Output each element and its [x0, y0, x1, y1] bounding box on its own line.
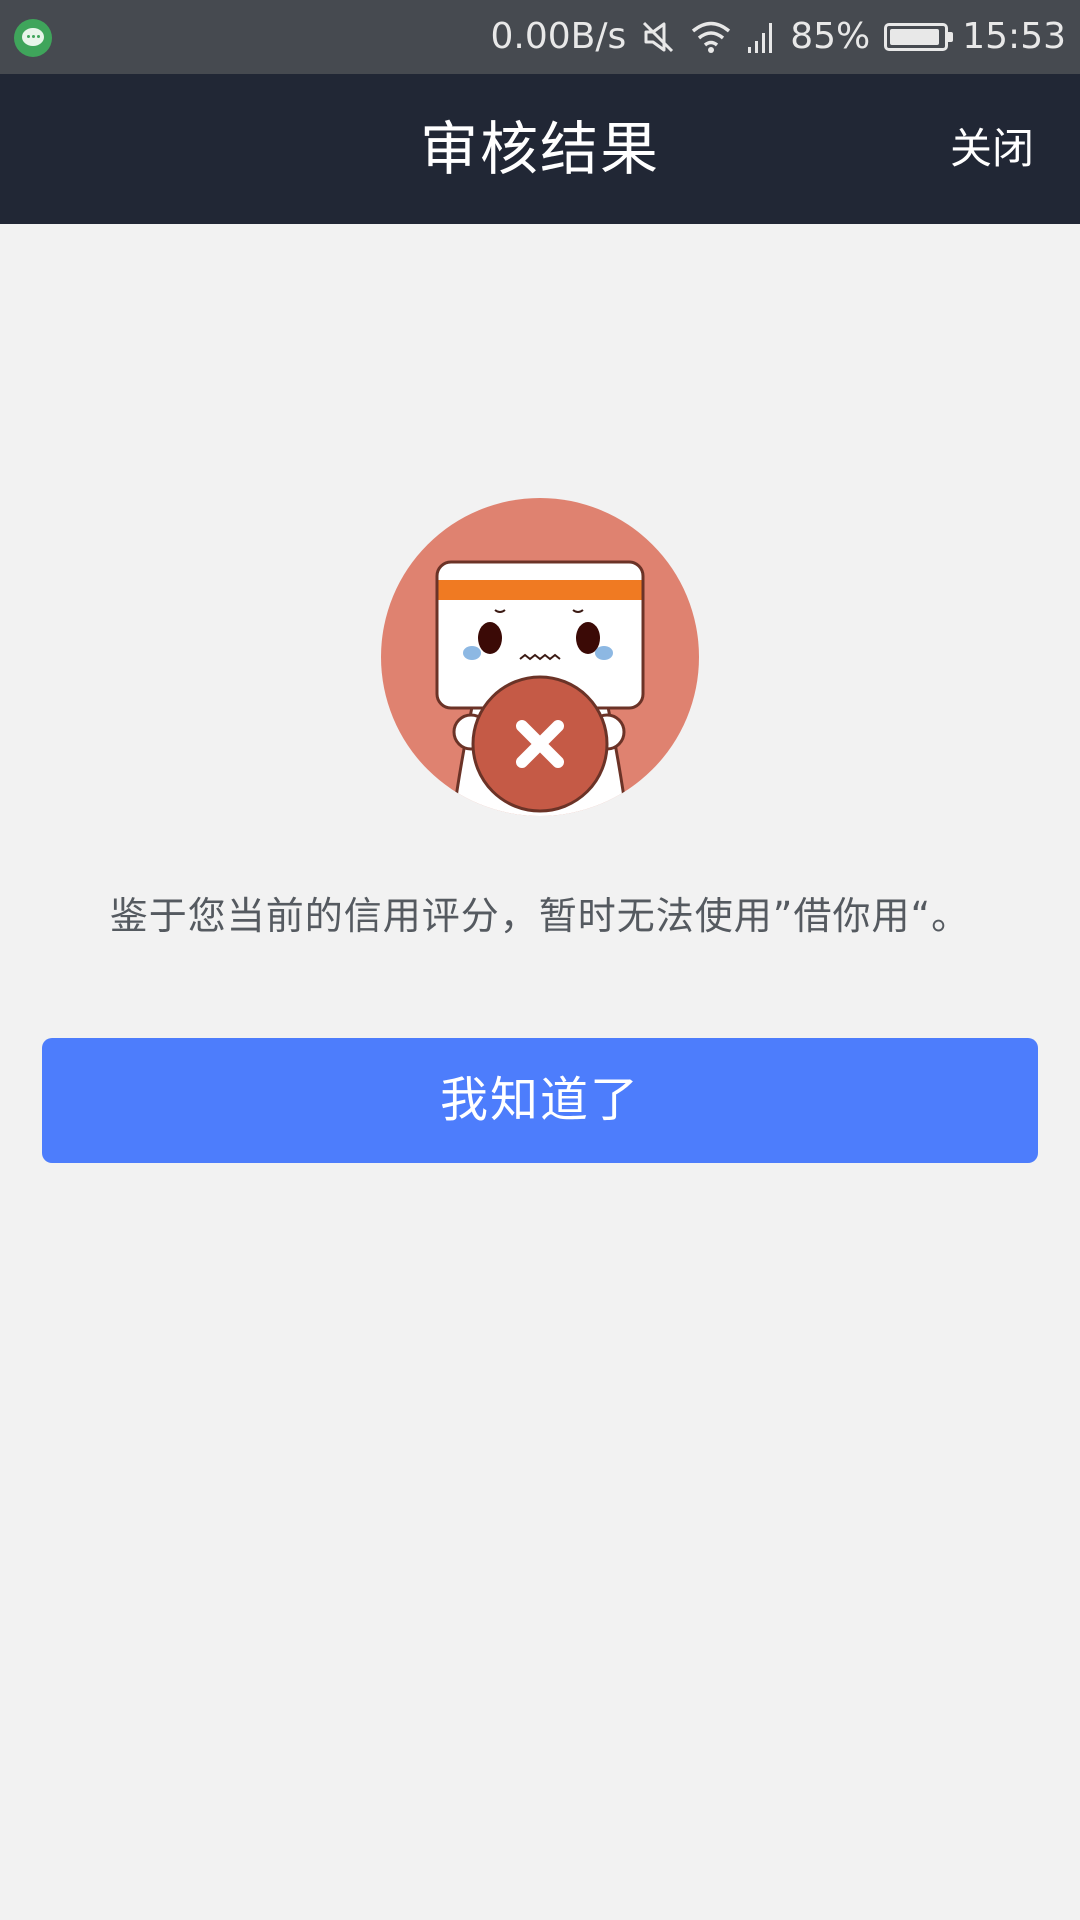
signal-icon: [746, 19, 776, 55]
page-title: 审核结果: [419, 115, 660, 183]
status-indicators: 0.00B/s 85% 15:53: [490, 0, 1066, 74]
mute-icon: [640, 19, 676, 55]
rejected-mascot-illustration: [380, 497, 700, 817]
status-bar: 0.00B/s 85% 15:53: [0, 0, 1080, 74]
wifi-icon: [690, 19, 732, 55]
battery-icon: [884, 23, 954, 51]
chat-app-icon: [14, 19, 52, 57]
navigation-bar: 审核结果 关闭: [0, 74, 1080, 224]
network-speed: 0.00B/s: [490, 16, 627, 57]
confirm-button[interactable]: 我知道了: [42, 1038, 1038, 1163]
battery-percent: 85%: [790, 16, 871, 57]
close-button[interactable]: 关闭: [950, 74, 1034, 224]
clock: 15:53: [962, 16, 1066, 57]
result-message: 鉴于您当前的信用评分，暂时无法使用”借你用“。: [109, 894, 971, 938]
app-screen: 0.00B/s 85% 15:53 审核结果 关闭 鉴于您当前的信用评分，暂时无…: [0, 0, 1080, 1920]
